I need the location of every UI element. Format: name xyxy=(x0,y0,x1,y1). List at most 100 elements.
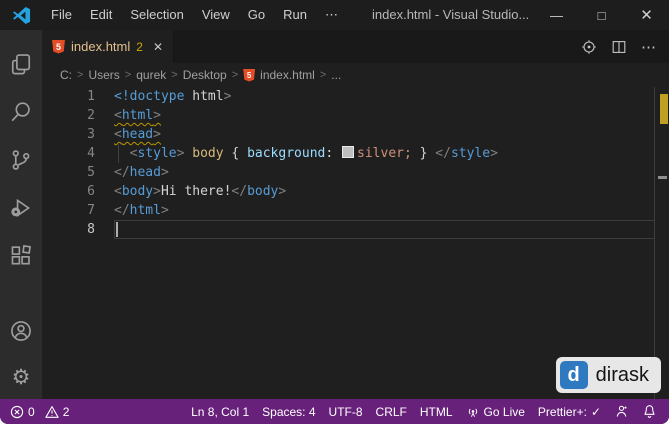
code-token: > xyxy=(490,146,498,161)
breadcrumb-users[interactable]: Users xyxy=(88,68,119,82)
code-token: body xyxy=(247,184,279,199)
overview-ruler[interactable] xyxy=(654,87,669,399)
code-token: head xyxy=(129,165,161,180)
code-line[interactable]: 5 </head> xyxy=(42,163,669,182)
line-number[interactable]: 2 xyxy=(42,106,114,125)
breadcrumb-desktop[interactable]: Desktop xyxy=(183,68,227,82)
encoding[interactable]: UTF-8 xyxy=(329,405,363,419)
line-number[interactable]: 6 xyxy=(42,182,114,201)
line-number[interactable]: 3 xyxy=(42,125,114,144)
ruler-cursor-marker xyxy=(658,176,667,179)
menu-edit[interactable]: Edit xyxy=(81,0,121,30)
chevron-right-icon: > xyxy=(319,69,327,81)
code-token: < xyxy=(114,108,122,123)
line-number[interactable]: 7 xyxy=(42,201,114,220)
split-editor-icon[interactable] xyxy=(611,39,627,55)
menu-selection[interactable]: Selection xyxy=(121,0,192,30)
more-actions-icon[interactable]: ⋯ xyxy=(641,38,657,56)
warning-icon xyxy=(45,405,59,419)
code-line[interactable]: 6 <body>Hi there!</body> xyxy=(42,182,669,201)
cursor-position[interactable]: Ln 8, Col 1 xyxy=(191,405,249,419)
code-token: body xyxy=(121,184,154,199)
extensions-icon[interactable] xyxy=(0,232,42,280)
indentation[interactable]: Spaces: 4 xyxy=(262,405,315,419)
search-icon[interactable] xyxy=(0,88,42,136)
vscode-window: File Edit Selection View Go Run ⋯ index.… xyxy=(0,0,669,424)
menu-go[interactable]: Go xyxy=(239,0,274,30)
prettier-status[interactable]: Prettier+: ✓ xyxy=(538,405,601,419)
vscode-logo-icon xyxy=(0,6,42,25)
breadcrumb-qurek[interactable]: qurek xyxy=(136,68,166,82)
menu-run[interactable]: Run xyxy=(274,0,316,30)
problems-warnings[interactable]: 2 xyxy=(45,405,69,419)
settings-gear-icon[interactable]: ⚙ xyxy=(0,355,42,399)
chevron-right-icon: > xyxy=(171,69,178,81)
code-line[interactable]: 8 xyxy=(42,220,669,239)
line-content: <!doctype html> xyxy=(114,87,231,106)
code-line[interactable]: 3 <head> xyxy=(42,125,669,144)
code-token: Hi there! xyxy=(160,184,232,199)
chevron-right-icon: > xyxy=(124,69,132,81)
close-button[interactable]: ✕ xyxy=(624,0,669,30)
breadcrumb-file[interactable]: index.html xyxy=(260,68,315,82)
broadcast-icon xyxy=(466,405,480,419)
code-line[interactable]: 2 <html> xyxy=(42,106,669,125)
breadcrumb-drive[interactable]: C: xyxy=(60,68,72,82)
window-title: index.html - Visual Studio... xyxy=(372,7,530,22)
code-token: > xyxy=(153,108,161,123)
code-lines: 1 <!doctype html> 2 <html> 3 <head> 4 <style> … xyxy=(42,87,669,239)
code-editor[interactable]: 1 <!doctype html> 2 <html> 3 <head> 4 <style> … xyxy=(42,87,669,399)
title-bar: File Edit Selection View Go Run ⋯ index.… xyxy=(0,0,669,30)
menu-view[interactable]: View xyxy=(193,0,239,30)
prettier-label: Prettier+: xyxy=(537,404,587,419)
explorer-icon[interactable] xyxy=(0,40,42,88)
line-content: <html> xyxy=(114,106,161,125)
line-number[interactable]: 1 xyxy=(42,87,114,106)
tab-index-html[interactable]: 5 index.html 2 ✕ xyxy=(42,30,174,63)
menu-more[interactable]: ⋯ xyxy=(316,0,347,30)
line-content: </head> xyxy=(114,163,169,182)
line-number[interactable]: 5 xyxy=(42,163,114,182)
tab-close-icon[interactable]: ✕ xyxy=(153,40,163,54)
tab-label: index.html xyxy=(71,39,131,54)
line-number[interactable]: 8 xyxy=(42,220,114,239)
go-live-button[interactable]: Go Live xyxy=(466,405,525,419)
color-swatch[interactable] xyxy=(342,146,355,158)
source-control-icon[interactable] xyxy=(0,136,42,184)
tab-bar: 5 index.html 2 ✕ ⋯ xyxy=(42,30,669,63)
code-token: <!doctype xyxy=(114,89,185,104)
code-token: < xyxy=(114,184,122,199)
open-preview-icon[interactable] xyxy=(581,39,597,55)
notifications-bell-icon[interactable] xyxy=(642,404,657,419)
code-token: </ xyxy=(231,184,248,199)
text-cursor xyxy=(116,222,118,237)
code-token: > xyxy=(153,184,161,199)
code-token: </ xyxy=(435,146,451,161)
breadcrumb-more[interactable]: ... xyxy=(331,68,341,82)
error-icon xyxy=(10,405,24,419)
code-line[interactable]: 1 <!doctype html> xyxy=(42,87,669,106)
feedback-person-icon[interactable] xyxy=(614,404,629,419)
go-live-label: Go Live xyxy=(483,404,525,419)
code-line[interactable]: 4 <style> body { background: silver; } <… xyxy=(42,144,669,163)
language-mode[interactable]: HTML xyxy=(420,405,453,419)
code-token: > xyxy=(153,127,161,142)
menu-file[interactable]: File xyxy=(42,0,81,30)
maximize-button[interactable]: □ xyxy=(579,0,624,30)
code-token: > xyxy=(160,203,169,218)
minimize-button[interactable]: — xyxy=(534,0,579,30)
account-icon[interactable] xyxy=(0,307,42,355)
code-token: html xyxy=(184,89,224,104)
run-debug-icon[interactable] xyxy=(0,184,42,232)
ruler-warning-marker xyxy=(660,94,668,124)
code-line[interactable]: 7 </html> xyxy=(42,201,669,220)
line-content: <head> xyxy=(114,125,161,144)
code-token: head xyxy=(121,127,154,142)
chevron-right-icon: > xyxy=(77,69,84,81)
line-number[interactable]: 4 xyxy=(42,144,114,163)
breadcrumb: C: > Users > qurek > Desktop > 5 index.h… xyxy=(42,63,669,87)
tab-problems-badge: 2 xyxy=(136,39,143,54)
code-token: > xyxy=(278,184,287,199)
problems-errors[interactable]: 0 xyxy=(10,405,35,419)
eol-sequence[interactable]: CRLF xyxy=(376,405,407,419)
